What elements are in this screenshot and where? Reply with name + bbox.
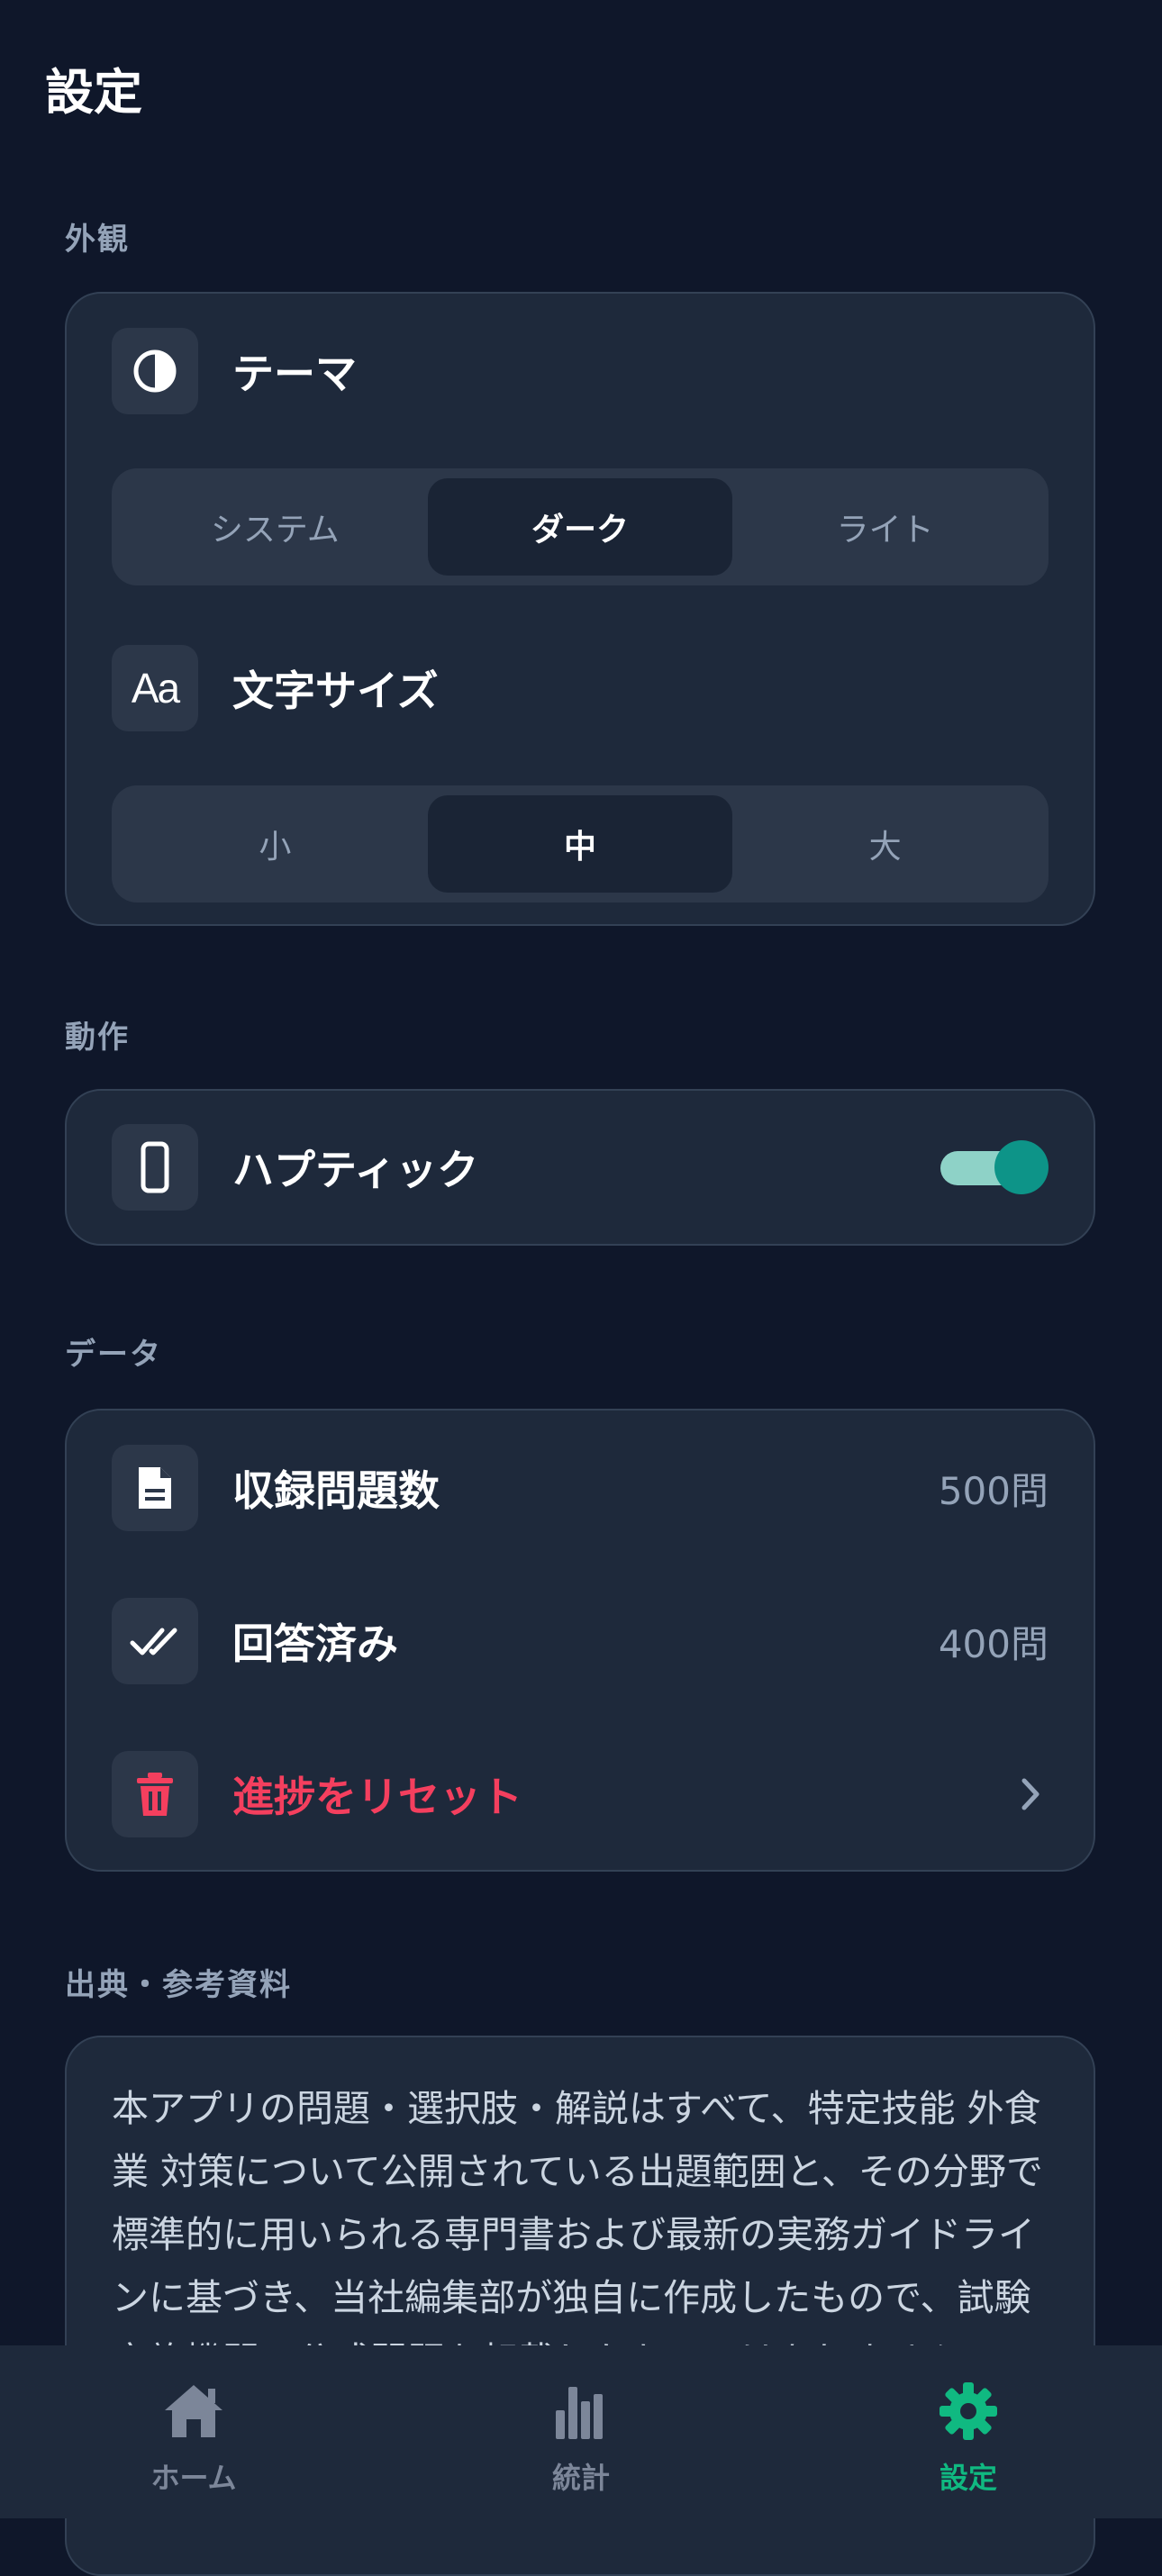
section-label-behavior: 動作: [65, 1020, 130, 1056]
answered-label: 回答済み: [232, 1619, 398, 1668]
total-questions-label: 収録問題数: [232, 1466, 440, 1515]
trash-icon: [112, 1751, 198, 1837]
nav-item-settings[interactable]: 設定: [775, 2345, 1162, 2518]
haptic-row: ハプティック: [112, 1124, 1049, 1211]
phone-icon: [112, 1124, 198, 1211]
font-size-option-medium[interactable]: 中: [427, 795, 733, 893]
text-size-icon-glyph: Aa: [131, 665, 180, 712]
answered-row: 回答済み 400問: [112, 1598, 1049, 1684]
bottom-nav: ホーム 統計 設定: [0, 2345, 1162, 2518]
home-icon: [161, 2381, 226, 2444]
stats-icon: [552, 2381, 610, 2444]
theme-label: テーマ: [232, 349, 357, 398]
double-check-icon: [112, 1598, 198, 1684]
nav-item-home[interactable]: ホーム: [0, 2345, 387, 2518]
section-label-appearance: 外観: [65, 222, 130, 258]
chevron-right-icon: [1012, 1776, 1049, 1812]
total-questions-value: 500問: [938, 1468, 1049, 1513]
haptic-label: ハプティック: [232, 1146, 479, 1194]
nav-item-stats[interactable]: 統計: [387, 2345, 775, 2518]
reset-progress-label: 進捗をリセット: [232, 1773, 522, 1821]
haptic-toggle[interactable]: [940, 1140, 1049, 1194]
data-card: 収録問題数 500問 回答済み 400問 進捗をリセット: [65, 1409, 1095, 1872]
nav-label-home: ホーム: [150, 2461, 237, 2495]
font-size-segmented-control: 小 中 大: [112, 785, 1049, 903]
behavior-card: ハプティック: [65, 1089, 1095, 1246]
theme-option-dark[interactable]: ダーク: [427, 478, 733, 576]
font-size-label: 文字サイズ: [232, 667, 439, 715]
font-size-row: Aa 文字サイズ: [112, 645, 1049, 731]
page-title: 設定: [45, 64, 142, 121]
total-questions-row: 収録問題数 500問: [112, 1445, 1049, 1531]
reset-progress-row[interactable]: 進捗をリセット: [112, 1751, 1049, 1837]
nav-label-stats: 統計: [551, 2461, 610, 2495]
appearance-card: テーマ システム ダーク ライト Aa 文字サイズ 小 中 大: [65, 292, 1095, 926]
theme-segmented-control: システム ダーク ライト: [112, 468, 1049, 585]
contrast-icon: [112, 328, 198, 414]
theme-row: テーマ: [112, 328, 1049, 414]
section-label-sources: 出典・参考資料: [65, 1967, 292, 2003]
haptic-toggle-knob: [994, 1140, 1049, 1194]
theme-option-system[interactable]: システム: [123, 478, 428, 576]
text-size-icon: Aa: [112, 645, 198, 731]
nav-label-settings: 設定: [939, 2461, 997, 2495]
document-icon: [112, 1445, 198, 1531]
font-size-option-small[interactable]: 小: [123, 795, 428, 893]
font-size-option-large[interactable]: 大: [732, 795, 1038, 893]
gear-icon: [939, 2381, 998, 2444]
theme-option-light[interactable]: ライト: [732, 478, 1038, 576]
section-label-data: データ: [65, 1337, 162, 1373]
answered-value: 400問: [938, 1621, 1049, 1666]
